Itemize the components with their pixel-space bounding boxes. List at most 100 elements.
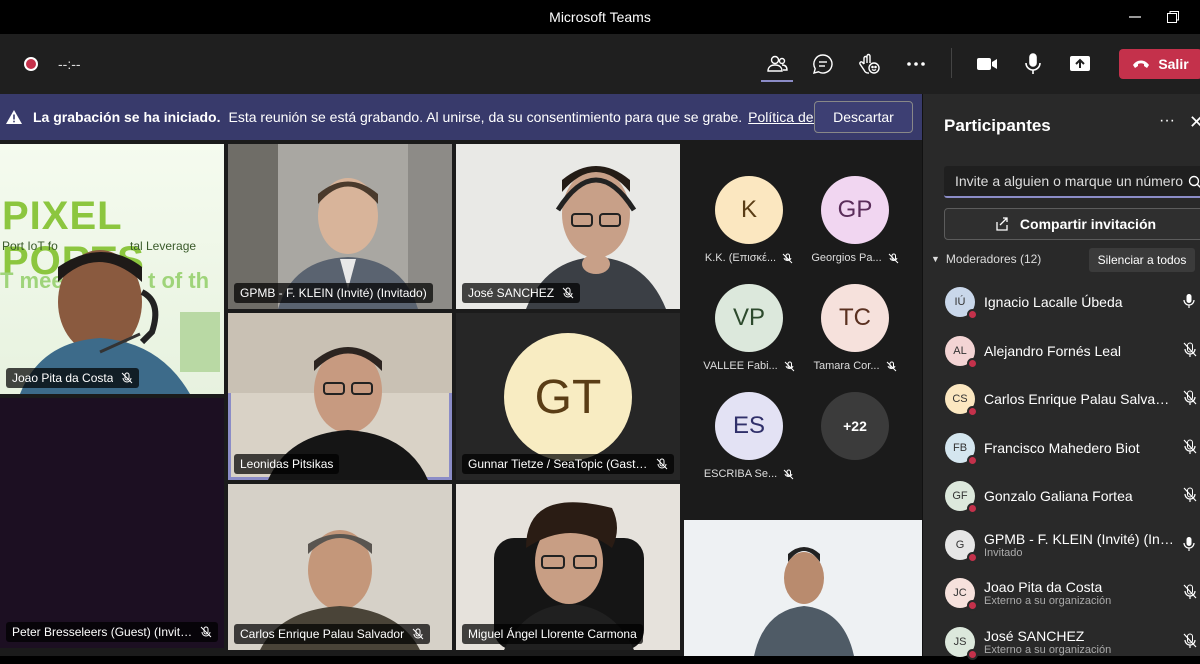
participant-name: José SANCHEZ (984, 628, 1174, 644)
muted-mic-icon (784, 361, 795, 372)
panel-more-icon[interactable]: ··· (1159, 112, 1175, 130)
avatar: JS (945, 627, 975, 657)
status-badge (967, 600, 978, 611)
moderators-section-toggle[interactable]: ▼ Moderadores (12) (931, 252, 1041, 266)
recording-indicator-icon (24, 57, 38, 71)
more-options-icon[interactable] (900, 48, 932, 80)
avatar: FB (945, 433, 975, 463)
avatar: GF (945, 481, 975, 511)
video-tile[interactable]: Peter Bresseleers (Guest) (Invita... (0, 398, 224, 648)
avatar: IÚ (945, 287, 975, 317)
reactions-icon[interactable] (853, 48, 885, 80)
muted-mic-icon (782, 253, 793, 264)
muted-mic-icon (121, 372, 133, 384)
participant-row[interactable]: FB Francisco Mahedero Biot (945, 426, 1200, 470)
video-tile[interactable]: GPMB - F. KLEIN (Invité) (Invitado) (228, 144, 452, 309)
window-title: Microsoft Teams (549, 9, 651, 25)
participant-name: GPMB - F. KLEIN (Invité) (Invitado) (984, 531, 1174, 547)
participants-selected-indicator (761, 80, 793, 82)
video-tile[interactable] (684, 520, 922, 656)
avatar-initials: GF (952, 490, 967, 502)
muted-mic-icon (888, 253, 899, 264)
participant-name-label: Gunnar Tietze / SeaTopic (Gast)... (462, 454, 674, 474)
participant-subtitle: Externo a su organización (984, 644, 1174, 656)
status-badge (967, 455, 978, 466)
participant-name: Alejandro Fornés Leal (984, 343, 1174, 359)
participant-name-label: Leonidas Pitsikas (234, 454, 339, 474)
avatar-participant[interactable]: ES ESCRIBA Se... (694, 392, 804, 496)
participant-video-figure (754, 542, 854, 656)
minimize-icon[interactable] (1128, 0, 1142, 34)
participant-row[interactable]: G GPMB - F. KLEIN (Invité) (Invitado)Invi… (945, 523, 1200, 567)
participant-name: Carlos Enrique Palau Salvador (984, 391, 1174, 407)
avatar: AL (945, 336, 975, 366)
avatar-name: VALLEE Fabi... (703, 360, 777, 372)
participant-row[interactable]: IÚIgnacio Lacalle Úbeda (945, 280, 1200, 324)
participants-icon[interactable] (761, 48, 793, 80)
video-stage: PIXEL PORTS Port IoT fo tal Leverage T m… (0, 140, 922, 656)
muted-mic-icon (656, 458, 668, 470)
share-icon (994, 216, 1010, 232)
participants-panel: Participantes ··· ✕ Invite a alguien o m… (922, 94, 1200, 656)
participant-row[interactable]: CS Carlos Enrique Palau Salvador (945, 377, 1200, 421)
avatar-gallery: K K.K. (Επισκέ... GP Georgios Pa... VP V… (684, 144, 922, 516)
avatar-initials: CS (952, 393, 967, 405)
avatar: GP (821, 176, 889, 244)
video-tile[interactable]: Carlos Enrique Palau Salvador (228, 484, 452, 650)
video-tile-active-speaker[interactable]: Leonidas Pitsikas (228, 313, 452, 480)
camera-icon[interactable] (971, 48, 1003, 80)
dismiss-button[interactable]: Descartar (814, 101, 913, 133)
video-tile[interactable]: Miguel Ángel Llorente Carmona (456, 484, 680, 650)
participant-subtitle: Invitado (984, 547, 1174, 559)
share-invitation-button[interactable]: Compartir invitación (944, 208, 1200, 240)
more-participants-button[interactable]: +22 (800, 392, 910, 496)
close-icon[interactable]: ✕ (1189, 112, 1200, 133)
recording-banner: La grabación se ha iniciado. Esta reunió… (0, 94, 922, 140)
video-tile[interactable]: GT Gunnar Tietze / SeaTopic (Gast)... (456, 313, 680, 480)
avatar-participant[interactable]: TC Tamara Cor... (800, 284, 910, 388)
overflow-count: +22 (821, 392, 889, 460)
avatar-participant[interactable]: GP Georgios Pa... (800, 176, 910, 280)
participant-row[interactable]: AL Alejandro Fornés Leal (945, 329, 1200, 373)
invite-search-input[interactable]: Invite a alguien o marque un número (944, 166, 1200, 198)
status-badge (967, 406, 978, 417)
participant-row[interactable]: GFGonzalo Galiana Fortea (945, 474, 1200, 518)
participant-name: Francisco Mahedero Biot (984, 440, 1174, 456)
participant-row[interactable]: JCJoao Pita da CostaExterno a su organiz… (945, 571, 1200, 615)
avatar: VP (715, 284, 783, 352)
muted-mic-icon (1183, 487, 1197, 508)
share-screen-icon[interactable] (1064, 48, 1096, 80)
avatar-participant[interactable]: K K.K. (Επισκέ... (694, 176, 804, 280)
participant-name-label: Joao Pita da Costa (6, 368, 139, 388)
leave-button[interactable]: Salir (1119, 49, 1200, 79)
microphone-icon[interactable] (1017, 48, 1049, 80)
invite-search-placeholder: Invite a alguien o marque un número (955, 173, 1183, 189)
video-tile[interactable]: José SANCHEZ (456, 144, 680, 309)
avatar-initials: AL (953, 345, 966, 357)
restore-icon[interactable] (1166, 0, 1180, 34)
avatar: TC (821, 284, 889, 352)
avatar-initials: JC (953, 587, 966, 599)
muted-mic-icon (886, 361, 897, 372)
warning-icon (5, 109, 23, 125)
avatar: ES (715, 392, 783, 460)
panel-title: Participantes (944, 116, 1051, 136)
avatar-initials: G (956, 539, 965, 551)
avatar-initials: IÚ (955, 296, 966, 308)
avatar: G (945, 530, 975, 560)
mute-all-button[interactable]: Silenciar a todos (1089, 248, 1195, 272)
participant-name-label: José SANCHEZ (462, 283, 580, 303)
participant-name-label: GPMB - F. KLEIN (Invité) (Invitado) (234, 283, 433, 303)
banner-message: Esta reunión se está grabando. Al unirse… (229, 109, 743, 125)
hang-up-icon (1132, 58, 1150, 70)
avatar: K (715, 176, 783, 244)
avatar-participant[interactable]: VP VALLEE Fabi... (694, 284, 804, 388)
avatar-initials: JS (954, 636, 967, 648)
muted-mic-icon (1183, 633, 1197, 654)
muted-mic-icon (1183, 342, 1197, 363)
chat-icon[interactable] (807, 48, 839, 80)
video-tile[interactable]: PIXEL PORTS Port IoT fo tal Leverage T m… (0, 144, 224, 394)
status-badge (967, 358, 978, 369)
participant-row[interactable]: JS José SANCHEZExterno a su organización (945, 620, 1200, 664)
muted-mic-icon (1183, 584, 1197, 605)
